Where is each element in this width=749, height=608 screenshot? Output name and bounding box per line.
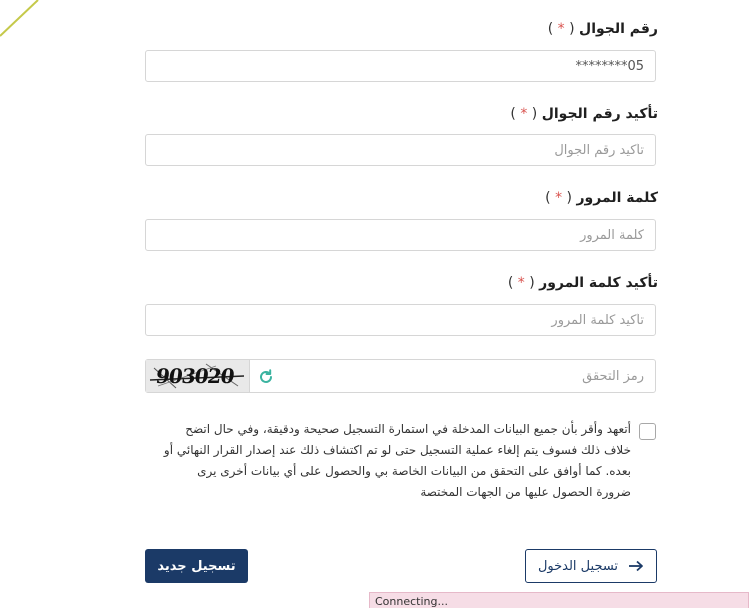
mobile-confirm-input[interactable] xyxy=(145,134,656,166)
mobile-input[interactable] xyxy=(145,50,656,82)
captcha-row: 903020 xyxy=(145,359,656,393)
decorative-line xyxy=(0,0,39,37)
captcha-image: 903020 xyxy=(146,360,250,392)
password-label-text: كلمة المرور xyxy=(576,190,658,206)
required-marker: ( * ) xyxy=(510,106,542,122)
password-confirm-input[interactable] xyxy=(145,304,656,336)
status-bar: Connecting... xyxy=(369,592,749,608)
login-button-label: تسجيل الدخول xyxy=(537,558,619,574)
required-marker: ( * ) xyxy=(507,275,540,291)
mobile-confirm-label: تأكيد رقم الجوال ( * ) xyxy=(510,106,658,122)
mobile-label-text: رقم الجوال xyxy=(579,21,658,37)
required-marker: ( * ) xyxy=(547,21,580,37)
required-marker: ( * ) xyxy=(545,190,577,206)
password-confirm-label-text: تأكيد كلمة المرور xyxy=(539,275,658,291)
register-button[interactable]: تسجيل جديد xyxy=(145,549,248,583)
mobile-label: رقم الجوال ( * ) xyxy=(548,21,658,37)
password-input[interactable] xyxy=(145,219,656,251)
password-confirm-label: تأكيد كلمة المرور ( * ) xyxy=(508,275,658,291)
registration-form-page: رقم الجوال ( * ) تأكيد رقم الجوال ( * ) … xyxy=(0,0,749,608)
login-button[interactable]: تسجيل الدخول xyxy=(525,549,657,583)
mobile-confirm-label-text: تأكيد رقم الجوال xyxy=(541,106,658,122)
arrow-right-icon xyxy=(629,560,643,572)
password-label: كلمة المرور ( * ) xyxy=(545,190,658,206)
captcha-input[interactable] xyxy=(285,360,655,392)
refresh-icon[interactable] xyxy=(257,368,275,386)
consent-checkbox[interactable] xyxy=(639,423,656,440)
captcha-code: 903020 xyxy=(154,364,236,388)
consent-text: أتعهد وأقر بأن جميع البيانات المدخلة في … xyxy=(163,422,631,499)
required-star: * xyxy=(557,21,565,37)
required-star: * xyxy=(517,275,525,291)
